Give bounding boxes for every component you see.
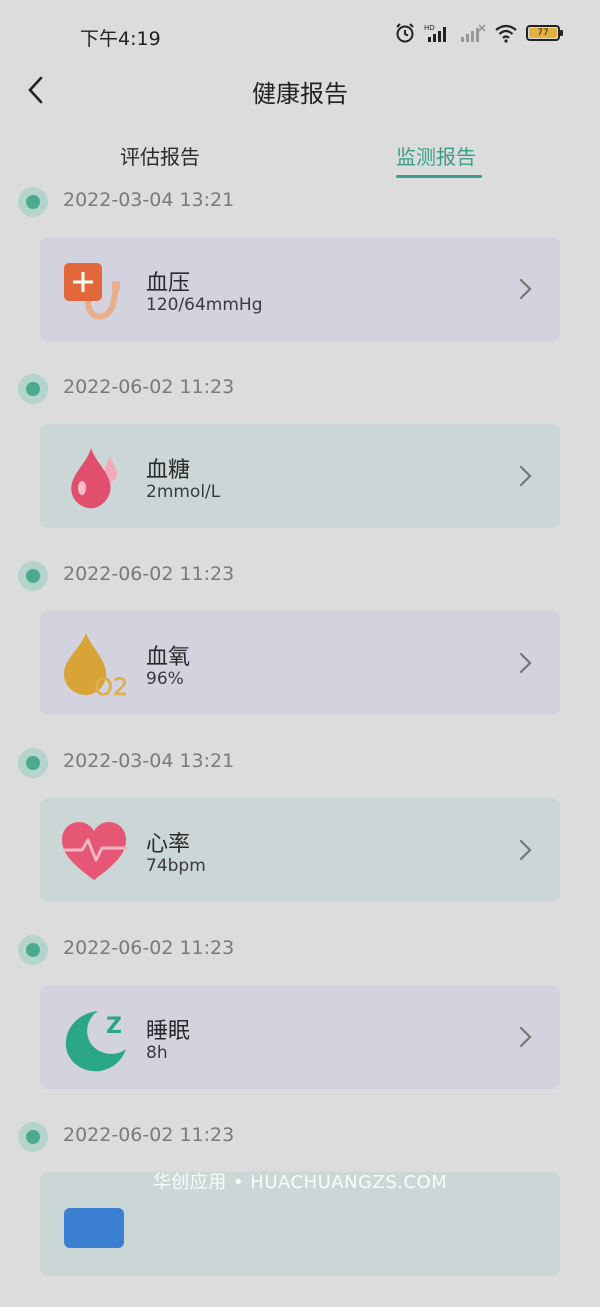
chevron-right-icon bbox=[519, 652, 532, 674]
timeline-dot bbox=[18, 748, 48, 778]
entry-date: 2022-06-02 11:23 bbox=[63, 1124, 235, 1146]
wifi-icon bbox=[495, 24, 517, 43]
header: 健康报告 bbox=[0, 70, 600, 110]
active-tab-indicator bbox=[396, 175, 482, 178]
status-bar: 下午4:19 HD 77 bbox=[0, 0, 600, 70]
tab-assessment-report[interactable]: 评估报告 bbox=[120, 141, 200, 170]
chevron-right-icon bbox=[519, 278, 532, 300]
oxygen-drop-icon: O2 bbox=[58, 629, 130, 701]
report-card-blood-sugar[interactable]: 血糖 2mmol/L bbox=[40, 424, 560, 528]
metric-name: 血氧 bbox=[146, 645, 191, 670]
blood-pressure-icon bbox=[58, 255, 130, 327]
report-card-heart-rate[interactable]: 心率 74bpm bbox=[40, 798, 560, 902]
chevron-right-icon bbox=[519, 1026, 532, 1048]
status-icons: HD 77 bbox=[394, 22, 563, 44]
report-timeline: 2022-03-04 13:21 血压 120/64mmHg 2022-06-0… bbox=[0, 185, 600, 1307]
timeline-entry: 2022-06-02 11:23 O2 血氧 96% bbox=[0, 559, 600, 746]
metric-name: 睡眠 bbox=[146, 1019, 191, 1044]
timeline-entry: 2022-06-02 11:23 Z 睡眠 8h bbox=[0, 933, 600, 1120]
entry-date: 2022-03-04 13:21 bbox=[63, 750, 235, 772]
metric-value: 74bpm bbox=[146, 856, 206, 876]
timeline-entry: 2022-06-02 11:23 bbox=[0, 1120, 600, 1307]
entry-date: 2022-06-02 11:23 bbox=[63, 563, 235, 585]
report-card-blood-oxygen[interactable]: O2 血氧 96% bbox=[40, 611, 560, 715]
battery-level: 77 bbox=[537, 28, 549, 38]
metric-value: 96% bbox=[146, 669, 184, 689]
report-tabs: 评估报告 监测报告 bbox=[0, 135, 600, 185]
timeline-entry: 2022-03-04 13:21 心率 74bpm bbox=[0, 746, 600, 933]
metric-name: 心率 bbox=[146, 832, 191, 857]
status-time: 下午4:19 bbox=[80, 28, 161, 50]
metric-name: 血压 bbox=[146, 271, 191, 296]
svg-text:HD: HD bbox=[424, 24, 435, 32]
tab-monitoring-report[interactable]: 监测报告 bbox=[396, 141, 476, 170]
entry-date: 2022-03-04 13:21 bbox=[63, 189, 235, 211]
chevron-right-icon bbox=[519, 465, 532, 487]
page-title: 健康报告 bbox=[252, 80, 348, 108]
heart-rate-icon bbox=[58, 816, 130, 888]
signal-off-icon bbox=[461, 24, 486, 42]
timeline-dot bbox=[18, 935, 48, 965]
sleep-z-label: Z bbox=[106, 1014, 122, 1039]
chevron-right-icon bbox=[519, 839, 532, 861]
report-card-blood-pressure[interactable]: 血压 120/64mmHg bbox=[40, 237, 560, 341]
alarm-icon bbox=[396, 23, 414, 43]
watermark: 华创应用 • HUACHUANGZS.COM bbox=[152, 1172, 448, 1193]
timeline-entry: 2022-03-04 13:21 血压 120/64mmHg bbox=[0, 185, 600, 372]
metric-value: 8h bbox=[146, 1043, 168, 1063]
battery-icon: 77 bbox=[526, 25, 563, 41]
metric-value: 120/64mmHg bbox=[146, 295, 263, 315]
timeline-entry: 2022-06-02 11:23 血糖 2mmol/L bbox=[0, 372, 600, 559]
blood-sugar-drop-icon bbox=[58, 442, 130, 514]
oxygen-label: O2 bbox=[94, 673, 128, 701]
signal-hd-icon: HD bbox=[424, 24, 446, 42]
report-card-sleep[interactable]: Z 睡眠 8h bbox=[40, 985, 560, 1089]
metric-value: 2mmol/L bbox=[146, 482, 221, 502]
report-icon bbox=[58, 1190, 130, 1262]
timeline-dot bbox=[18, 1122, 48, 1152]
timeline-dot bbox=[18, 374, 48, 404]
entry-date: 2022-06-02 11:23 bbox=[63, 937, 235, 959]
metric-name: 血糖 bbox=[146, 458, 191, 483]
entry-date: 2022-06-02 11:23 bbox=[63, 376, 235, 398]
timeline-dot bbox=[18, 561, 48, 591]
sleep-moon-icon: Z bbox=[58, 1003, 130, 1075]
timeline-dot bbox=[18, 187, 48, 217]
